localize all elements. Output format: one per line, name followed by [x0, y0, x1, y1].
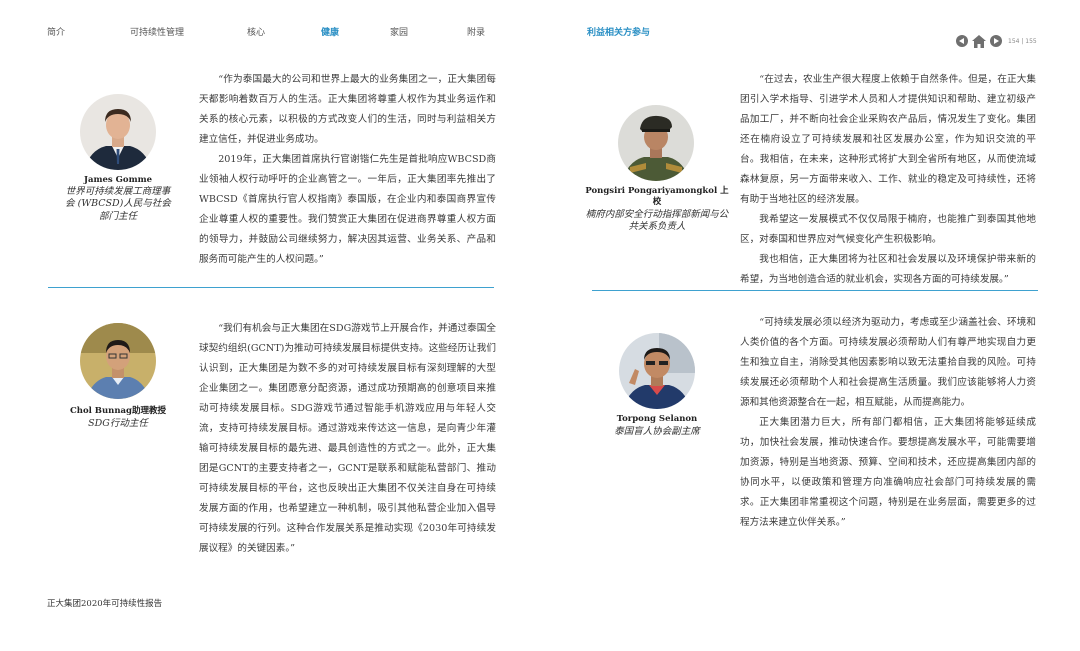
nav-item-sustainability-management[interactable]: 可持续性管理	[130, 25, 184, 38]
top-navigation: 简介 可持续性管理 核心 健康 家园 附录	[0, 25, 1080, 39]
testimonial-quote: “作为泰国最大的公司和世界上最大的业务集团之一，正大集团每天都影响着数百万人的生…	[199, 70, 496, 270]
testimonial-name: Chol Bunnag助理教授	[70, 406, 166, 416]
page-numbers: 154 | 155	[1008, 37, 1037, 45]
testimonial-name: Pongsiri Pongariyamongkol 上校	[585, 186, 729, 207]
quote-paragraph: 我也相信，正大集团将为社区和社会发展以及环境保护带来新的希望，为当地创造合适的就…	[740, 254, 1036, 285]
testimonial-role: 世界可持续发展工商理事会 (WBCSD)人民与社会部门主任	[65, 186, 171, 222]
home-icon[interactable]	[972, 34, 986, 48]
portrait-james-gomme	[80, 94, 156, 170]
quote-paragraph: “在过去，农业生产很大程度上依赖于自然条件。但是，在正大集团引入学术指导、引进学…	[740, 74, 1036, 205]
testimonial-quote: “我们有机会与正大集团在SDG游戏节上开展合作，并通过泰国全球契约组织(GCNT…	[199, 319, 496, 559]
nav-item-health[interactable]: 健康	[321, 25, 339, 38]
quote-paragraph: 正大集团潜力巨大，所有部门都相信，正大集团将能够延续成功，加快社会发展，推动快速…	[740, 417, 1036, 528]
testimonial-role: SDG行动主任	[88, 418, 148, 429]
testimonial-quote: “在过去，农业生产很大程度上依赖于自然条件。但是，在正大集团引入学术指导、引进学…	[740, 70, 1036, 290]
portrait-pongsiri-pongariyamongkol	[618, 105, 694, 181]
quote-paragraph: 2019年，正大集团首席执行官谢锴仁先生是首批响应WBCSD商业领袖人权行动呼吁…	[199, 154, 496, 265]
previous-page-icon[interactable]	[956, 35, 968, 47]
quote-paragraph: “作为泰国最大的公司和世界上最大的业务集团之一，正大集团每天都影响着数百万人的生…	[199, 74, 496, 145]
nav-item-home[interactable]: 家园	[390, 25, 408, 38]
section-title: 利益相关方参与	[587, 28, 651, 38]
portrait-chol-bunnag	[80, 323, 156, 399]
section-divider	[592, 290, 1038, 291]
nav-item-appendix[interactable]: 附录	[467, 25, 485, 38]
section-divider	[48, 287, 494, 288]
page-controls: 154 | 155	[956, 34, 1037, 48]
testimonial-name: Torpong Selanon	[616, 414, 698, 424]
testimonial-role: 泰国盲人协会副主席	[614, 426, 700, 437]
next-page-icon[interactable]	[990, 35, 1002, 47]
testimonial-name: James Gomme	[84, 175, 152, 185]
report-footer: 正大集团2020年可持续性报告	[47, 599, 163, 609]
quote-paragraph: “可持续发展必须以经济为驱动力，考虑或至少涵盖社会、环境和人类价值的各个方面。可…	[740, 317, 1036, 408]
testimonial-role: 楠府内部安全行动指挥部新闻与公共关系负责人	[585, 209, 729, 233]
nav-item-intro[interactable]: 简介	[47, 25, 65, 38]
nav-item-core[interactable]: 核心	[247, 25, 265, 38]
testimonial-quote: “可持续发展必须以经济为驱动力，考虑或至少涵盖社会、环境和人类价值的各个方面。可…	[740, 313, 1036, 533]
quote-paragraph: “我们有机会与正大集团在SDG游戏节上开展合作，并通过泰国全球契约组织(GCNT…	[199, 323, 496, 554]
portrait-torpong-selanon	[619, 333, 695, 409]
quote-paragraph: 我希望这一发展模式不仅仅局限于楠府，也能推广到泰国其他地区，对泰国和世界应对气候…	[740, 214, 1036, 245]
